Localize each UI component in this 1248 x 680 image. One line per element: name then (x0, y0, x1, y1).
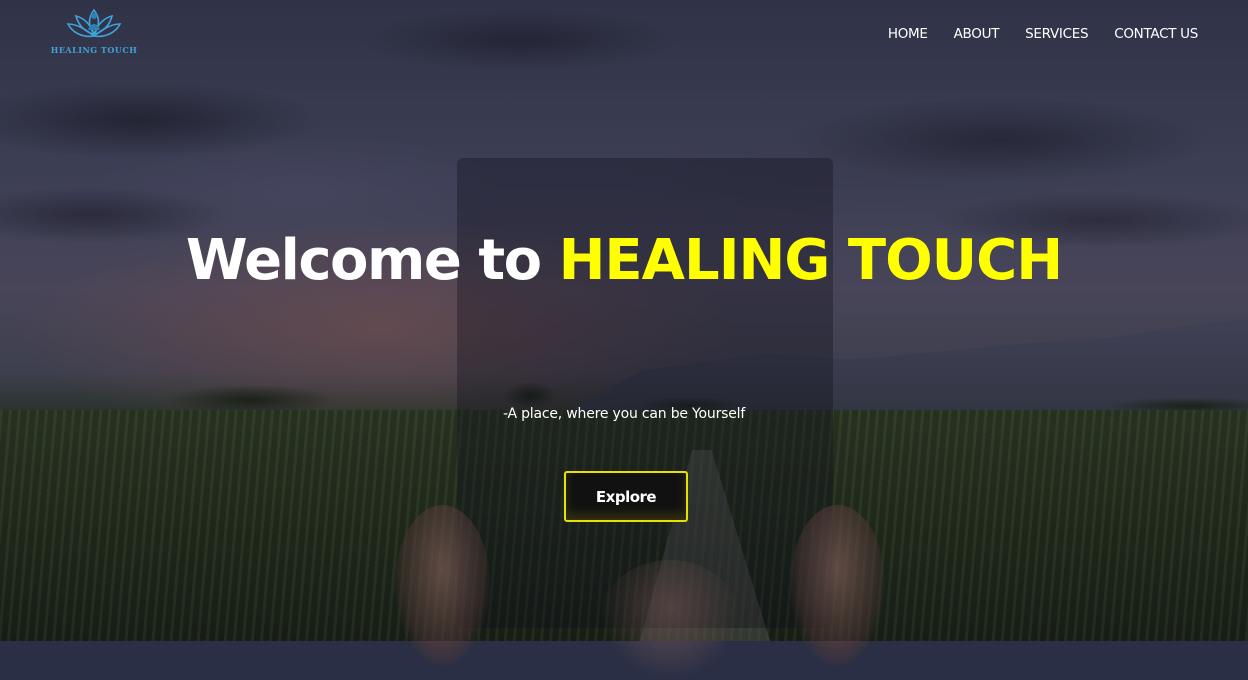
hero-title-prefix: Welcome to (185, 228, 559, 293)
hero-title: Welcome to HEALING TOUCH (0, 228, 1248, 293)
hero-title-brand: HEALING TOUCH (558, 228, 1064, 293)
hero-background-image (0, 0, 1248, 680)
nav-home[interactable]: HOME (888, 26, 928, 42)
lotus-meditation-icon (66, 8, 122, 38)
hero-tagline: -A place, where you can be Yourself (502, 406, 746, 422)
dark-overlay (0, 0, 1248, 641)
main-nav: HOME ABOUT SERVICES CONTACT US (888, 26, 1198, 42)
explore-button[interactable]: Explore (564, 471, 688, 522)
nav-services[interactable]: SERVICES (1025, 26, 1088, 42)
nav-contact-us[interactable]: CONTACT US (1114, 26, 1198, 42)
nav-about[interactable]: ABOUT (954, 26, 1000, 42)
logo-text: HEALING TOUCH (50, 45, 138, 55)
site-logo[interactable]: HEALING TOUCH (51, 4, 137, 60)
